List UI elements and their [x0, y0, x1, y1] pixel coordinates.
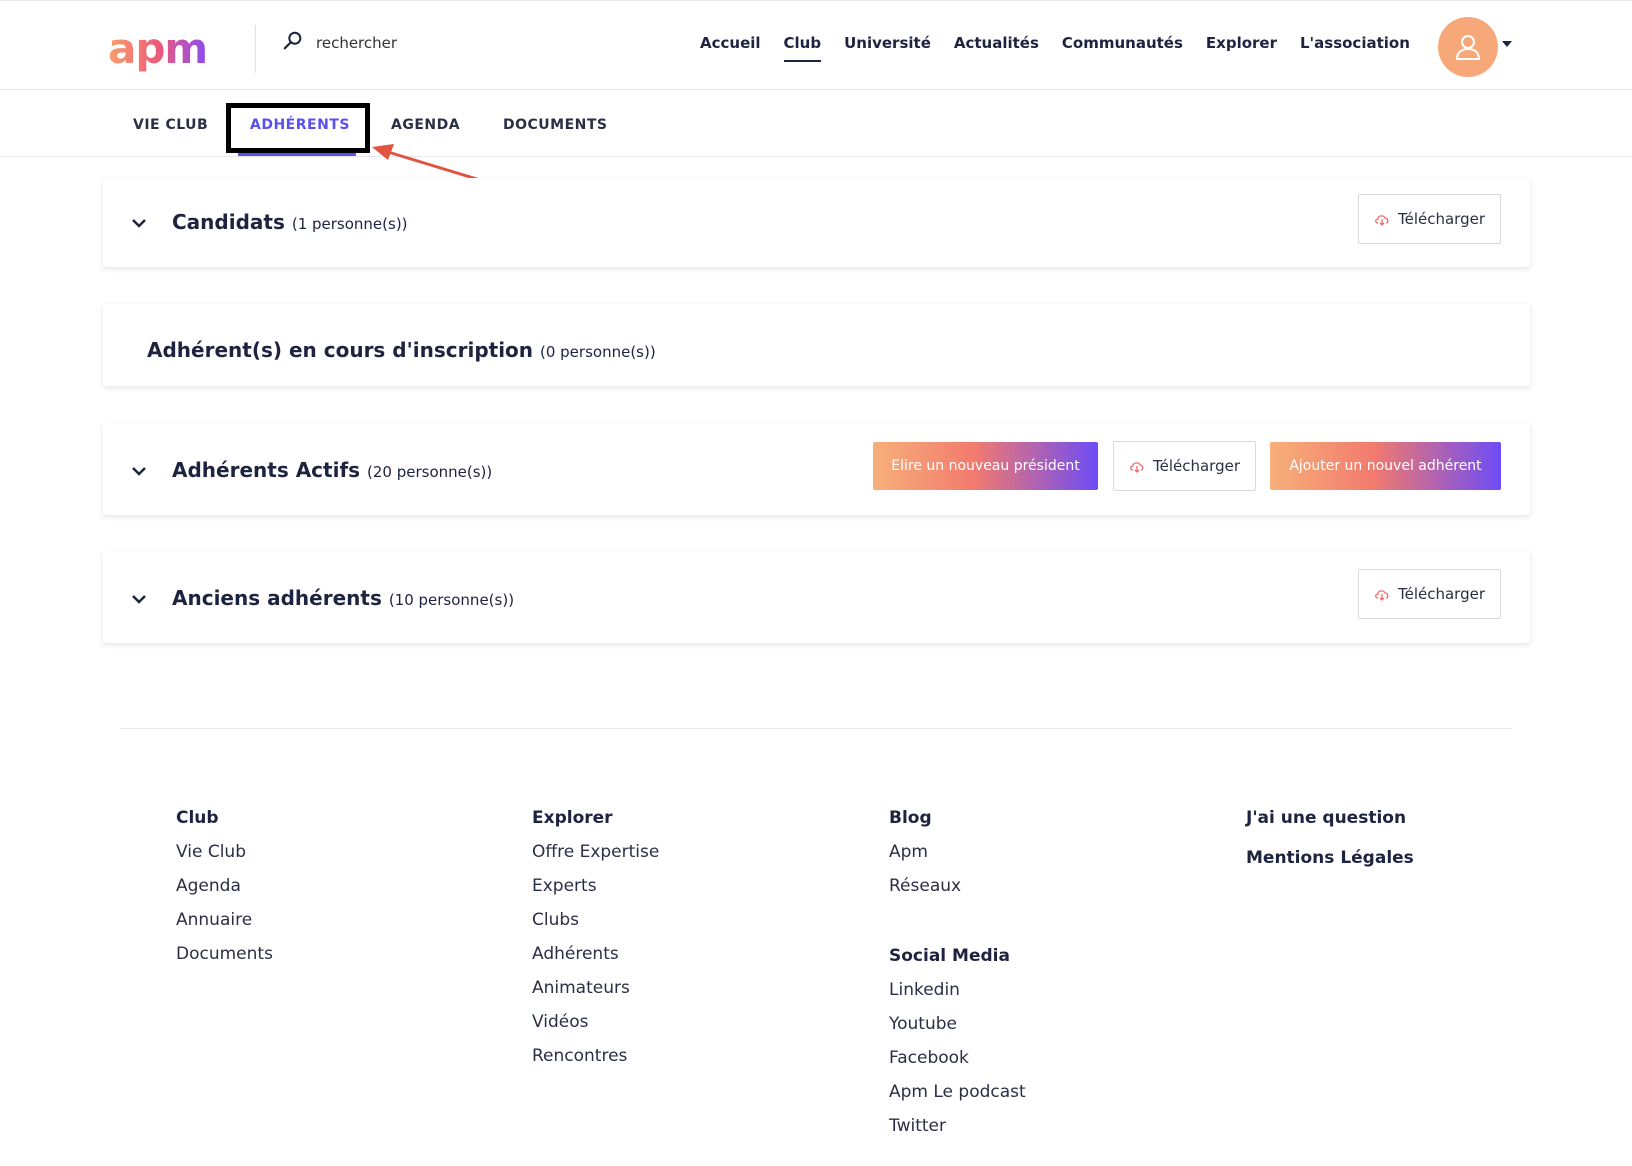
nav-communautes[interactable]: Communautés	[1062, 34, 1183, 52]
footer-col-links: J'ai une question Mentions Légales	[1246, 808, 1414, 882]
nav-actualites[interactable]: Actualités	[954, 34, 1039, 52]
search-input[interactable]	[316, 34, 476, 52]
footer-link[interactable]: Vidéos	[532, 1012, 659, 1046]
question-link[interactable]: J'ai une question	[1246, 808, 1414, 848]
footer-link[interactable]: Apm	[889, 842, 1026, 876]
footer-heading: Blog	[889, 808, 932, 828]
apm-logo[interactable]: apm	[108, 27, 223, 71]
section-anciens-adherents: Anciens adhérents (10 personne(s)) Téléc…	[103, 551, 1530, 643]
footer-link[interactable]: Vie Club	[176, 842, 273, 876]
section-title: Candidats (1 personne(s))	[172, 210, 408, 234]
user-avatar[interactable]	[1438, 17, 1498, 77]
nav-club[interactable]: Club	[783, 34, 821, 62]
nav-association[interactable]: L'association	[1300, 34, 1410, 52]
footer-link[interactable]: Rencontres	[532, 1046, 659, 1080]
footer-col-explorer: Explorer Offre Expertise Experts Clubs A…	[532, 808, 659, 1080]
active-tab-indicator	[238, 153, 356, 156]
section-title: Anciens adhérents (10 personne(s))	[172, 586, 515, 610]
add-member-button[interactable]: Ajouter un nouvel adhérent	[1270, 442, 1501, 490]
footer-link[interactable]: Agenda	[176, 876, 273, 910]
download-button[interactable]: Télécharger	[1113, 441, 1256, 491]
footer-link[interactable]: Apm Le podcast	[889, 1082, 1026, 1116]
download-button[interactable]: Télécharger	[1358, 194, 1501, 244]
footer-link[interactable]: Youtube	[889, 1014, 1026, 1048]
section-title: Adhérent(s) en cours d'inscription (0 pe…	[147, 338, 656, 362]
main-nav: Accueil Club Université Actualités Commu…	[700, 34, 1433, 62]
footer-link[interactable]: Clubs	[532, 910, 659, 944]
section-count: (1 personne(s))	[291, 215, 408, 233]
section-en-cours-inscription: Adhérent(s) en cours d'inscription (0 pe…	[103, 304, 1530, 386]
footer-heading: Explorer	[532, 808, 613, 828]
cloud-download-icon	[1375, 590, 1389, 601]
footer-link[interactable]: Animateurs	[532, 978, 659, 1012]
chevron-down-icon[interactable]	[131, 466, 147, 476]
footer-link[interactable]: Documents	[176, 944, 273, 978]
tab-documents[interactable]: DOCUMENTS	[503, 117, 608, 133]
section-title: Adhérents Actifs (20 personne(s))	[172, 458, 493, 482]
footer-col-club: Club Vie Club Agenda Annuaire Documents	[176, 808, 273, 978]
footer-col-blog: Blog Apm Réseaux Social Media Linkedin Y…	[889, 808, 1026, 1150]
section-count: (0 personne(s))	[540, 343, 656, 361]
footer-link[interactable]: Experts	[532, 876, 659, 910]
nav-universite[interactable]: Université	[844, 34, 931, 52]
footer-heading: Club	[176, 808, 219, 828]
section-count: (10 personne(s))	[388, 591, 515, 609]
section-count: (20 personne(s))	[367, 463, 493, 481]
footer-link[interactable]: Annuaire	[176, 910, 273, 944]
nav-accueil[interactable]: Accueil	[700, 34, 761, 52]
section-candidats: Candidats (1 personne(s)) Télécharger	[103, 178, 1530, 267]
user-icon	[1455, 35, 1481, 60]
section-adherents-actifs: Adhérents Actifs (20 personne(s)) Elire …	[103, 423, 1530, 515]
footer-link[interactable]: Twitter	[889, 1116, 1026, 1150]
chevron-down-icon[interactable]	[131, 594, 147, 604]
footer-link[interactable]: Réseaux	[889, 876, 1026, 910]
download-button[interactable]: Télécharger	[1358, 569, 1501, 619]
cloud-download-icon	[1130, 462, 1144, 473]
footer-heading: Social Media	[889, 946, 1010, 966]
elect-president-button[interactable]: Elire un nouveau président	[873, 442, 1098, 490]
legal-link[interactable]: Mentions Légales	[1246, 848, 1414, 882]
footer-link[interactable]: Adhérents	[532, 944, 659, 978]
footer-divider	[120, 728, 1512, 729]
footer-link[interactable]: Facebook	[889, 1048, 1026, 1082]
search-bar[interactable]	[282, 31, 476, 55]
annotation-highlight-box	[226, 103, 370, 153]
header-divider	[255, 25, 256, 73]
nav-explorer[interactable]: Explorer	[1206, 34, 1277, 52]
cloud-download-icon	[1375, 215, 1389, 226]
footer-link[interactable]: Linkedin	[889, 980, 1026, 1014]
search-icon[interactable]	[282, 30, 304, 56]
tab-vie-club[interactable]: VIE CLUB	[133, 117, 208, 133]
footer-link[interactable]: Offre Expertise	[532, 842, 659, 876]
chevron-down-icon[interactable]	[1502, 41, 1512, 47]
tab-agenda[interactable]: AGENDA	[391, 117, 460, 133]
chevron-down-icon[interactable]	[131, 218, 147, 228]
top-header: apm Accueil Club Université Actualités C…	[0, 0, 1632, 90]
